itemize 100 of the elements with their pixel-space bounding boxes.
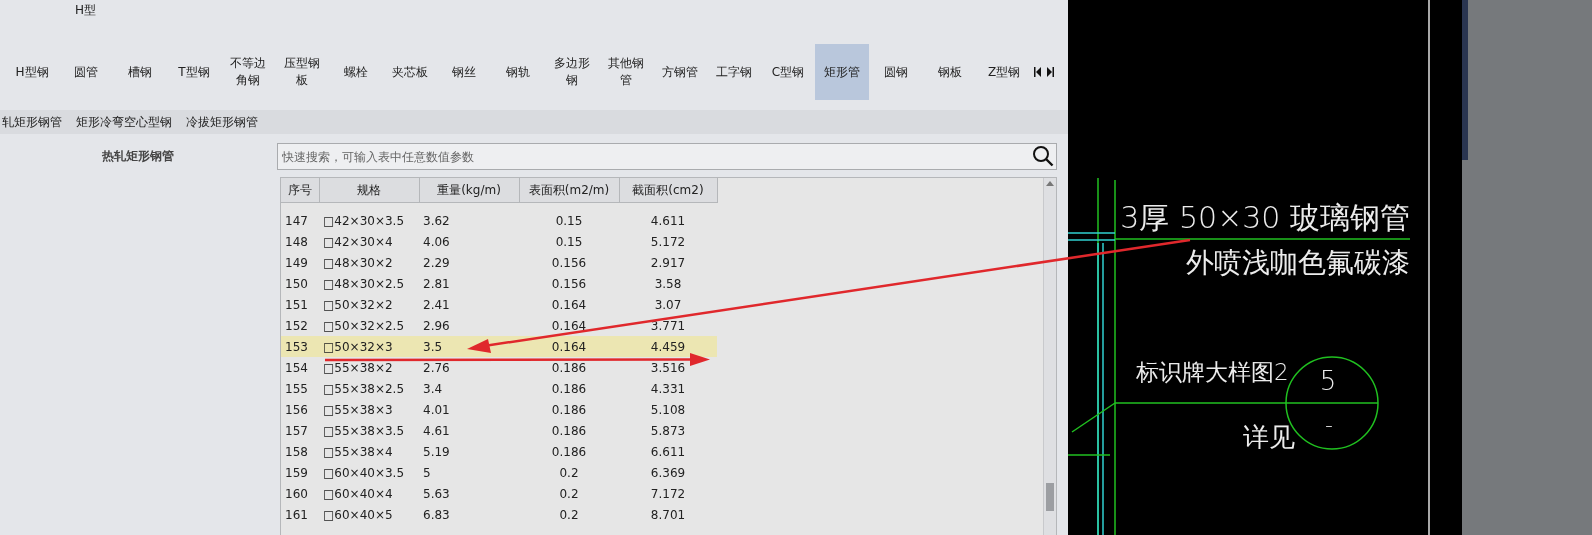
table-cell-text: 149 [284, 254, 309, 272]
table-cell: □55×38×2 [319, 357, 419, 378]
table-cell-text: 0.15 [554, 212, 584, 230]
table-cell-text: 4.01 [422, 401, 451, 419]
category-tab[interactable]: Z型钢 [977, 44, 1031, 100]
table-row[interactable]: 158 □55×38×4 5.19 0.186 6.611 [281, 441, 717, 462]
category-tab[interactable]: 圆管 [59, 44, 113, 100]
table-cell-text: 0.164 [550, 296, 588, 314]
category-tab[interactable]: 钢丝 [437, 44, 491, 100]
table-row[interactable]: 151 □50×32×2 2.41 0.164 3.07 [281, 294, 717, 315]
table-row[interactable]: 160 □60×40×4 5.63 0.2 7.172 [281, 483, 717, 504]
category-tab[interactable]: H型钢 [5, 44, 59, 100]
column-header[interactable]: 截面积(cm2) [619, 178, 717, 203]
table-row[interactable]: 161 □60×40×5 6.83 0.2 8.701 [281, 504, 717, 525]
table-cell-text: □60×40×4 [322, 485, 394, 503]
subcategory-link[interactable]: 冷拔矩形钢管 [186, 113, 258, 131]
table-cell: 0.164 [519, 315, 619, 336]
table-cell-text: 150 [284, 275, 309, 293]
table-cell: 154 [281, 357, 319, 378]
table-cell-text: 161 [284, 506, 309, 524]
category-tab[interactable]: 多边形钢 [545, 44, 599, 100]
category-tab[interactable]: 钢轨 [491, 44, 545, 100]
table-row[interactable]: 150 □48×30×2.5 2.81 0.156 3.58 [281, 273, 717, 294]
category-tab[interactable]: T型钢 [167, 44, 221, 100]
category-tab[interactable]: 钢板 [923, 44, 977, 100]
table-row[interactable]: 154 □55×38×2 2.76 0.186 3.516 [281, 357, 717, 378]
column-header[interactable]: 表面积(m2/m) [519, 178, 619, 203]
table-cell: 2.96 [419, 315, 519, 336]
category-tab[interactable]: 圆钢 [869, 44, 923, 100]
table-cell-text: □50×32×2 [322, 296, 394, 314]
category-tab[interactable]: 槽钢 [113, 44, 167, 100]
table-cell-text: 3.58 [653, 275, 683, 293]
column-header[interactable]: 重量(kg/m) [419, 178, 519, 203]
table-cell-text: 4.06 [422, 233, 451, 251]
table-row[interactable]: 153 □50×32×3 3.5 0.164 4.459 [281, 336, 717, 357]
table-row[interactable]: 159 □60×40×3.5 5 0.2 6.369 [281, 462, 717, 483]
table-cell-text: 160 [284, 485, 309, 503]
category-tab[interactable]: 工字钢 [707, 44, 761, 100]
table-cell: □50×32×3 [319, 336, 419, 357]
category-tab[interactable]: 矩形管 [815, 44, 869, 100]
category-tab[interactable]: 压型钢板 [275, 44, 329, 100]
scroll-up-icon[interactable] [1046, 181, 1054, 186]
drawing-label: 标识牌大样图2 [1136, 359, 1289, 385]
table-cell-text: 6.83 [422, 506, 451, 524]
table-cell: 3.771 [619, 315, 717, 336]
scroll-right-icon[interactable] [1046, 67, 1054, 77]
table-cell-text: 156 [284, 401, 309, 419]
category-tab[interactable]: 不等边角钢 [221, 44, 275, 100]
table-cell-text: □48×30×2.5 [322, 275, 406, 293]
table-cell-text: 151 [284, 296, 309, 314]
category-tab[interactable]: 夹芯板 [383, 44, 437, 100]
table-cell-text: □60×40×3.5 [322, 464, 406, 482]
subcategory-link[interactable]: 矩形冷弯空心型钢 [76, 113, 172, 131]
search-field[interactable]: 快速搜索，可输入表中任意数值参数 [277, 143, 1057, 170]
table-cell-text: 5.873 [649, 422, 687, 440]
table-cell-text: 5 [422, 464, 432, 482]
drawing-label: 详见 [1243, 422, 1295, 452]
search-icon[interactable] [1032, 145, 1054, 167]
scrollbar[interactable] [1043, 178, 1056, 535]
table-cell: □50×32×2.5 [319, 315, 419, 336]
table-row[interactable]: 155 □55×38×2.5 3.4 0.186 4.331 [281, 378, 717, 399]
table-row[interactable]: 147 □42×30×3.5 3.62 0.15 4.611 [281, 210, 717, 231]
table-cell-text: □42×30×4 [322, 233, 394, 251]
column-header[interactable]: 序号 [281, 178, 319, 203]
table-cell-text: 3.07 [653, 296, 683, 314]
table-cell-text: 2.29 [422, 254, 451, 272]
table-row[interactable]: 157 □55×38×3.5 4.61 0.186 5.873 [281, 420, 717, 441]
scroll-left-icon[interactable] [1034, 67, 1042, 77]
table-cell: 153 [281, 336, 319, 357]
table-cell-text: 2.41 [422, 296, 451, 314]
table-cell: 152 [281, 315, 319, 336]
table-cell-text: 4.611 [649, 212, 687, 230]
table-cell-text: □55×38×4 [322, 443, 394, 461]
table-cell-text: 0.156 [550, 275, 588, 293]
drawing-label: 3厚 50×30 玻璃钢管 [1120, 200, 1410, 235]
table-cell: 4.459 [619, 336, 717, 357]
table-row[interactable]: 156 □55×38×3 4.01 0.186 5.108 [281, 399, 717, 420]
table-cell-text: 0.186 [550, 401, 588, 419]
table-cell-text: 4.331 [649, 380, 687, 398]
table-row[interactable]: 152 □50×32×2.5 2.96 0.164 3.771 [281, 315, 717, 336]
table-cell-text: □48×30×2 [322, 254, 394, 272]
scrollbar-thumb[interactable] [1046, 483, 1054, 511]
table-cell-text: 2.81 [422, 275, 451, 293]
table-row[interactable]: 148 □42×30×4 4.06 0.15 5.172 [281, 231, 717, 252]
table-cell-text: 5.108 [649, 401, 687, 419]
drawing-label: 外喷浅咖色氟碳漆 [1186, 246, 1410, 279]
table-cell-text: □55×38×3.5 [322, 422, 406, 440]
table-cell-text: □55×38×3 [322, 401, 394, 419]
table-cell-text: □55×38×2.5 [322, 380, 406, 398]
column-header[interactable]: 规格 [319, 178, 419, 203]
table-cell: 0.164 [519, 336, 619, 357]
subcategory-link[interactable]: 轧矩形钢管 [2, 113, 62, 131]
table-cell-text: □60×40×5 [322, 506, 394, 524]
category-tab[interactable]: 螺栓 [329, 44, 383, 100]
table-cell-text: 0.2 [558, 485, 580, 503]
category-tab[interactable]: 方钢管 [653, 44, 707, 100]
category-tab[interactable]: 其他钢管 [599, 44, 653, 100]
table-cell-text: 0.186 [550, 443, 588, 461]
category-tab[interactable]: C型钢 [761, 44, 815, 100]
table-row[interactable]: 149 □48×30×2 2.29 0.156 2.917 [281, 252, 717, 273]
